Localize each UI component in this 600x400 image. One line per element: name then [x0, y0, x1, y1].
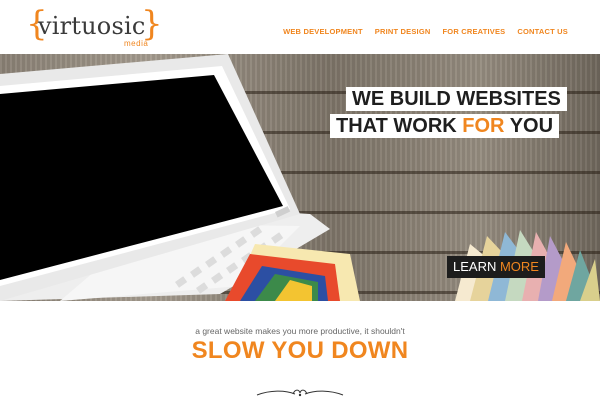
- site-header: { virtuosic } media WEB DEVELOPMENT PRIN…: [0, 0, 600, 54]
- learn-more-button[interactable]: LEARN MORE: [447, 256, 545, 278]
- section-headline: SLOW YOU DOWN: [191, 337, 409, 364]
- hero-headline-line-2: THAT WORK FOR YOU: [330, 114, 560, 138]
- nav-link-print-design[interactable]: PRINT DESIGN: [375, 27, 431, 36]
- hero-headline-part: YOU: [504, 115, 554, 137]
- logo-brace-right: }: [141, 4, 163, 44]
- decorative-divider: [256, 389, 344, 397]
- learn-more-label: LEARN: [453, 259, 500, 274]
- hero-headline-line-1: WE BUILD WEBSITES: [346, 87, 567, 111]
- hero-banner: WE BUILD WEBSITES THAT WORK FOR YOU LEAR…: [0, 54, 600, 301]
- nav-link-contact-us[interactable]: CONTACT US: [517, 27, 568, 36]
- hero-headline-accent: FOR: [462, 115, 505, 137]
- logo-subtitle: media: [124, 39, 149, 48]
- learn-more-accent: MORE: [499, 259, 539, 274]
- section-tagline: a great website makes you more productiv…: [195, 326, 405, 336]
- hero-headline-part: THAT WORK: [336, 115, 463, 137]
- logo[interactable]: { virtuosic } media: [26, 4, 163, 48]
- logo-wordmark: virtuosic: [38, 12, 146, 40]
- nav-link-web-development[interactable]: WEB DEVELOPMENT: [283, 27, 363, 36]
- main-nav: WEB DEVELOPMENT PRINT DESIGN FOR CREATIV…: [283, 27, 568, 36]
- nav-link-for-creatives[interactable]: FOR CREATIVES: [443, 27, 506, 36]
